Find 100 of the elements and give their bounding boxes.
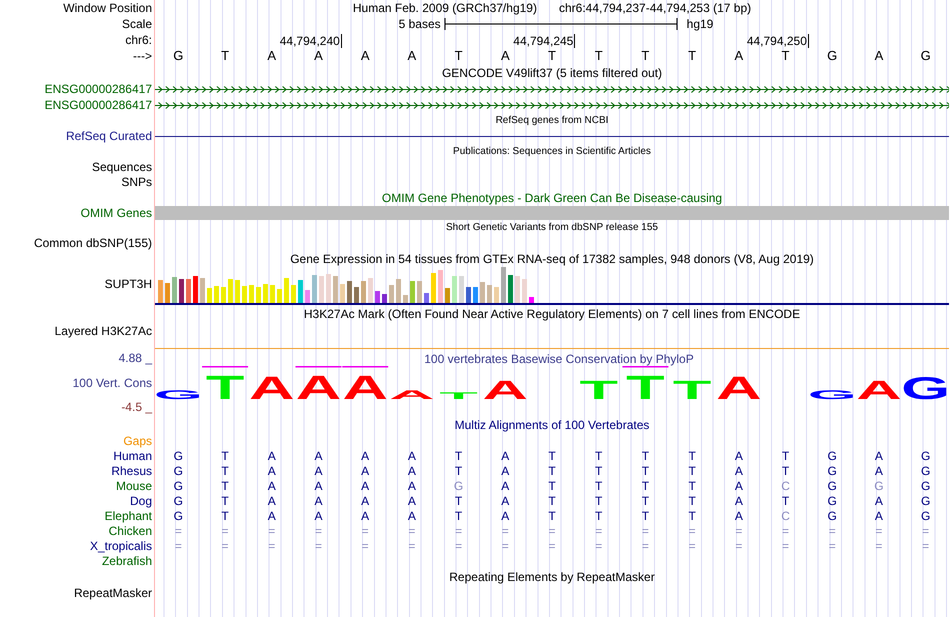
track-label[interactable]: Window Position bbox=[63, 1, 152, 15]
aligned-base: = bbox=[828, 538, 836, 552]
track-label[interactable]: Chicken bbox=[108, 524, 152, 538]
expression-bar[interactable] bbox=[389, 285, 394, 304]
aligned-base: A bbox=[874, 494, 883, 508]
track-label[interactable]: chr6: bbox=[125, 33, 152, 47]
aligned-base: G bbox=[174, 508, 184, 522]
coordinate-tick: 44,794,245 bbox=[513, 34, 576, 48]
base-letter: A bbox=[734, 49, 744, 63]
aligned-base: T bbox=[688, 478, 696, 492]
track-label[interactable]: Common dbSNP(155) bbox=[34, 236, 152, 250]
aligned-base: = bbox=[875, 538, 882, 552]
base-letter: A bbox=[267, 49, 276, 63]
aligned-base: T bbox=[688, 464, 696, 478]
axis-min-label: -4.5 _ bbox=[121, 400, 152, 414]
expression-bar[interactable] bbox=[410, 281, 415, 304]
track-label[interactable]: Human bbox=[113, 448, 152, 462]
expression-bar[interactable] bbox=[403, 294, 408, 304]
aligned-base: = bbox=[174, 524, 182, 538]
base-letter: T bbox=[641, 49, 650, 63]
expression-bar[interactable] bbox=[417, 281, 422, 304]
expression-bar[interactable] bbox=[165, 282, 170, 304]
base-letter: A bbox=[500, 49, 510, 63]
aligned-base: A bbox=[314, 478, 322, 492]
aligned-base: = bbox=[828, 524, 836, 538]
aligned-base: = bbox=[548, 524, 556, 538]
aligned-base: T bbox=[595, 448, 602, 462]
expression-bar[interactable] bbox=[207, 288, 212, 304]
aligned-base: T bbox=[548, 508, 556, 522]
track-label[interactable]: Zebrafish bbox=[102, 554, 152, 568]
track-label[interactable]: OMIM Genes bbox=[80, 206, 152, 220]
conservation-letter: A bbox=[296, 368, 342, 406]
aligned-base: A bbox=[361, 464, 370, 478]
aligned-base: = bbox=[222, 524, 229, 538]
aligned-base: T bbox=[688, 494, 696, 508]
aligned-base: T bbox=[548, 478, 556, 492]
track-label[interactable]: SNPs bbox=[121, 174, 152, 188]
track-label[interactable]: X_tropicalis bbox=[90, 538, 152, 552]
track-label[interactable]: 100 Vert. Cons bbox=[72, 376, 152, 390]
track-label[interactable]: SUPT3H bbox=[104, 277, 152, 291]
track-label[interactable]: Dog bbox=[130, 494, 152, 508]
expression-bar[interactable] bbox=[270, 285, 275, 304]
aligned-base: A bbox=[314, 508, 322, 522]
aligned-base: = bbox=[922, 524, 930, 538]
track-label[interactable]: ENSG00000286417 bbox=[44, 98, 152, 112]
aligned-base: = bbox=[268, 524, 276, 538]
track-title: H3K27Ac Mark (Often Found Near Active Regulatory Elements) on 7 cell lines from ENCODE bbox=[304, 306, 800, 320]
aligned-base: = bbox=[502, 538, 509, 552]
aligned-base: G bbox=[874, 478, 884, 492]
track-label[interactable]: Sequences bbox=[92, 160, 152, 174]
expression-bar[interactable] bbox=[445, 288, 450, 304]
track-label[interactable]: RefSeq Curated bbox=[66, 129, 152, 143]
aligned-base: A bbox=[314, 464, 322, 478]
track-label[interactable]: Scale bbox=[122, 17, 152, 31]
track-label[interactable]: Rhesus bbox=[111, 464, 152, 478]
track-title: 100 vertebrates Basewise Conservation by PhyloP bbox=[424, 352, 694, 366]
expression-bar[interactable] bbox=[494, 286, 499, 304]
expression-bar[interactable] bbox=[291, 285, 296, 304]
expression-bar[interactable] bbox=[249, 284, 254, 304]
expression-bar[interactable] bbox=[466, 286, 471, 304]
track-label[interactable]: Mouse bbox=[116, 478, 152, 492]
aligned-base: A bbox=[734, 448, 743, 462]
aligned-base: T bbox=[548, 494, 556, 508]
aligned-base: = bbox=[222, 538, 229, 552]
expression-bar[interactable] bbox=[361, 281, 366, 304]
expression-bar[interactable] bbox=[221, 286, 226, 304]
track-label[interactable]: ENSG00000286417 bbox=[44, 82, 152, 96]
expression-bar[interactable] bbox=[214, 286, 219, 304]
aligned-base: T bbox=[548, 448, 556, 462]
expression-bar[interactable] bbox=[277, 289, 282, 304]
conservation-letter: A bbox=[716, 370, 762, 406]
expression-bar[interactable] bbox=[480, 282, 485, 304]
base-letter: A bbox=[408, 49, 416, 63]
aligned-base: A bbox=[361, 494, 370, 508]
aligned-base: T bbox=[642, 478, 650, 492]
expression-bar[interactable] bbox=[340, 284, 345, 304]
expression-bar[interactable] bbox=[256, 286, 261, 304]
base-letter: T bbox=[221, 49, 230, 63]
track-label[interactable]: Elephant bbox=[104, 508, 152, 522]
aligned-base: G bbox=[920, 448, 930, 462]
aligned-base: T bbox=[595, 464, 602, 478]
aligned-base: G bbox=[828, 478, 837, 492]
aligned-base: T bbox=[688, 508, 696, 522]
conservation-letter: A bbox=[342, 368, 388, 406]
expression-bar[interactable] bbox=[424, 292, 429, 304]
track-label[interactable]: ---> bbox=[133, 49, 152, 63]
conservation-letter: G bbox=[155, 388, 203, 402]
aligned-base: G bbox=[920, 478, 930, 492]
expression-bar[interactable] bbox=[242, 286, 247, 304]
base-letter: T bbox=[548, 49, 556, 63]
expression-bar[interactable] bbox=[305, 290, 310, 304]
track-label[interactable]: RepeatMasker bbox=[74, 586, 152, 600]
track-title: RefSeq genes from NCBI bbox=[496, 114, 608, 126]
track-label[interactable]: Layered H3K27Ac bbox=[54, 324, 152, 338]
expression-bar[interactable] bbox=[529, 296, 534, 304]
expression-bar[interactable] bbox=[487, 285, 492, 304]
expression-bar[interactable] bbox=[473, 286, 478, 304]
aligned-base: = bbox=[314, 524, 322, 538]
aligned-base: A bbox=[734, 508, 743, 522]
expression-bar[interactable] bbox=[263, 284, 268, 304]
